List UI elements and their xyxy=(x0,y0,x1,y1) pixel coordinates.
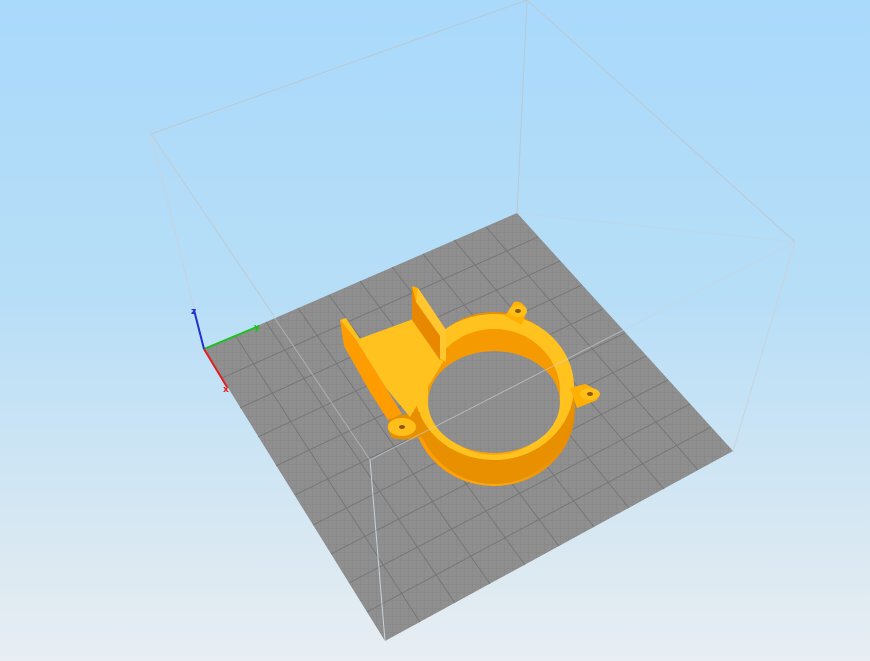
y-axis-label: y xyxy=(254,323,260,333)
z-axis-label: z xyxy=(191,307,196,317)
x-axis-label: x xyxy=(223,385,229,395)
3d-viewport[interactable]: y z x xyxy=(0,0,870,661)
scene-canvas[interactable]: y z x xyxy=(0,0,870,661)
